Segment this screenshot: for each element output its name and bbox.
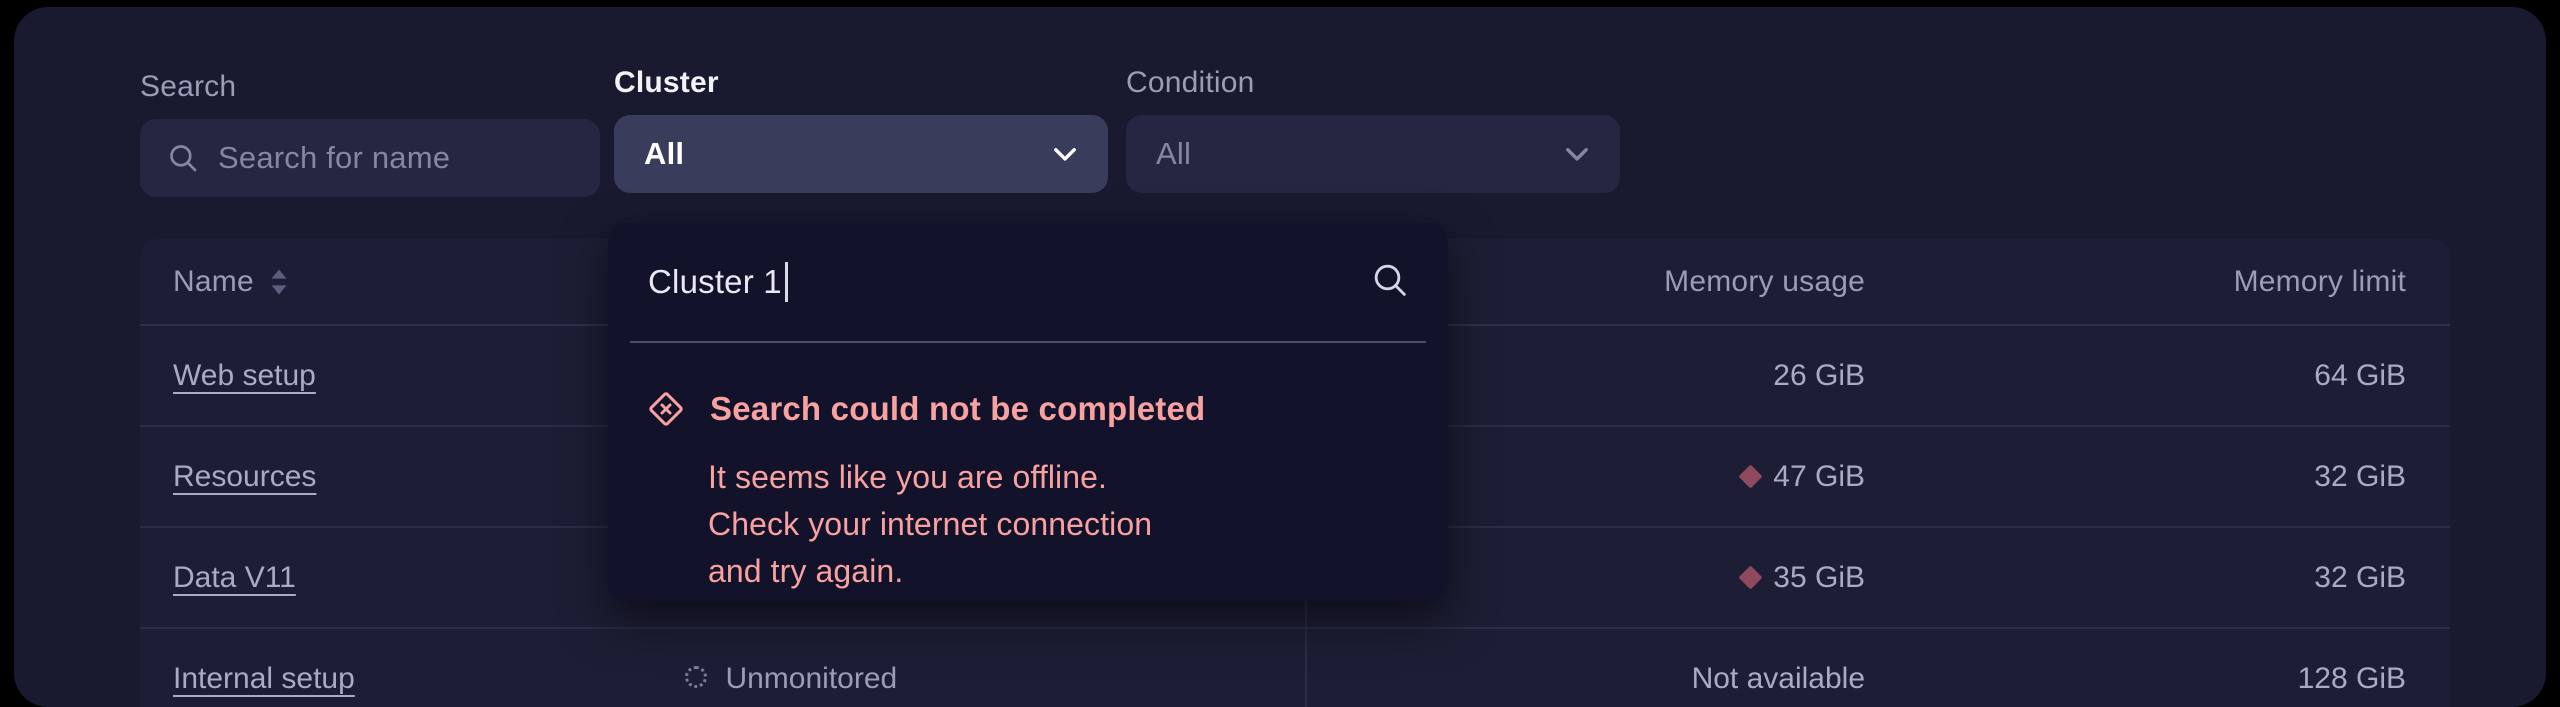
cluster-label: Cluster [614,66,719,99]
chevron-down-icon [1048,137,1082,171]
row-name-link[interactable]: Internal setup [173,662,355,695]
row-memory-limit-cell: 32 GiB [1905,561,2450,595]
row-memory-limit-value: 32 GiB [2314,459,2406,493]
row-name-link[interactable]: Data V11 [173,561,296,594]
row-memory-usage-cell: Not available [1305,629,1905,707]
error-title: Search could not be completed [710,390,1206,427]
condition-select[interactable]: All [1126,115,1620,193]
sort-arrows-icon[interactable] [268,267,290,297]
cluster-dropdown-search-value: Cluster 1 [648,263,782,300]
row-memory-limit-cell: 64 GiB [1905,359,2450,393]
search-label: Search [140,70,237,103]
cluster-select-value: All [644,136,685,171]
search-field-group: Search Search for name [140,69,600,197]
row-memory-limit-value: 64 GiB [2314,358,2406,392]
diamond-warning-icon [1738,464,1763,489]
row-memory-usage-value: 35 GiB [1773,560,1865,594]
row-name-cell: Web setup [140,359,685,393]
row-memory-limit-cell: 32 GiB [1905,460,2450,494]
row-status-label: Unmonitored [725,661,898,695]
chevron-down-icon [1560,137,1594,171]
search-input-placeholder: Search for name [218,140,451,175]
row-memory-limit-value: 32 GiB [2314,560,2406,594]
diamond-warning-icon [1738,565,1763,590]
row-name-cell: Internal setup [140,662,685,696]
row-memory-usage-value: Not available [1691,661,1865,695]
column-header-name-label: Name [173,264,254,298]
search-icon[interactable] [1370,260,1410,305]
column-header-memory-limit-label: Memory limit [2233,264,2406,298]
row-memory-limit-value: 128 GiB [2297,661,2406,695]
row-name-cell: Resources [140,460,685,494]
row-name-link[interactable]: Resources [173,460,316,493]
row-memory-usage-value: 47 GiB [1773,459,1865,493]
row-status-cell: Unmonitored [685,662,1305,696]
cluster-dropdown-search-input[interactable]: Cluster 1 [608,223,1448,341]
condition-field-group: Condition All [1126,65,1620,193]
row-memory-limit-cell: 128 GiB [1905,662,2450,696]
row-name-cell: Data V11 [140,561,685,595]
row-name-link[interactable]: Web setup [173,359,316,392]
column-header-memory-limit[interactable]: Memory limit [1905,265,2450,299]
error-message: It seems like you are offline. Check you… [708,459,1153,589]
cluster-dropdown-popup: Cluster 1 Search could not be completed [608,223,1448,601]
filter-bar: Search Search for name Cluster All Condi… [14,7,2546,217]
text-caret [784,262,788,302]
table-row[interactable]: Internal setup Unmonitored Not available… [140,629,2450,707]
row-memory-usage-value: 26 GiB [1773,358,1865,392]
search-input[interactable]: Search for name [140,119,600,197]
column-header-memory-usage-label: Memory usage [1664,264,1865,298]
condition-label: Condition [1126,66,1255,99]
condition-select-value: All [1156,136,1192,171]
app-root: Search Search for name Cluster All Condi… [14,7,2546,707]
column-header-name[interactable]: Name [140,265,685,299]
error-diamond-icon [646,389,686,434]
cluster-dropdown-error-state: Search could not be completed It seems l… [608,343,1448,595]
unmonitored-spinner-icon [685,665,707,688]
cluster-select[interactable]: All [614,115,1108,193]
search-icon [166,141,200,175]
cluster-field-group: Cluster All [614,65,1108,193]
